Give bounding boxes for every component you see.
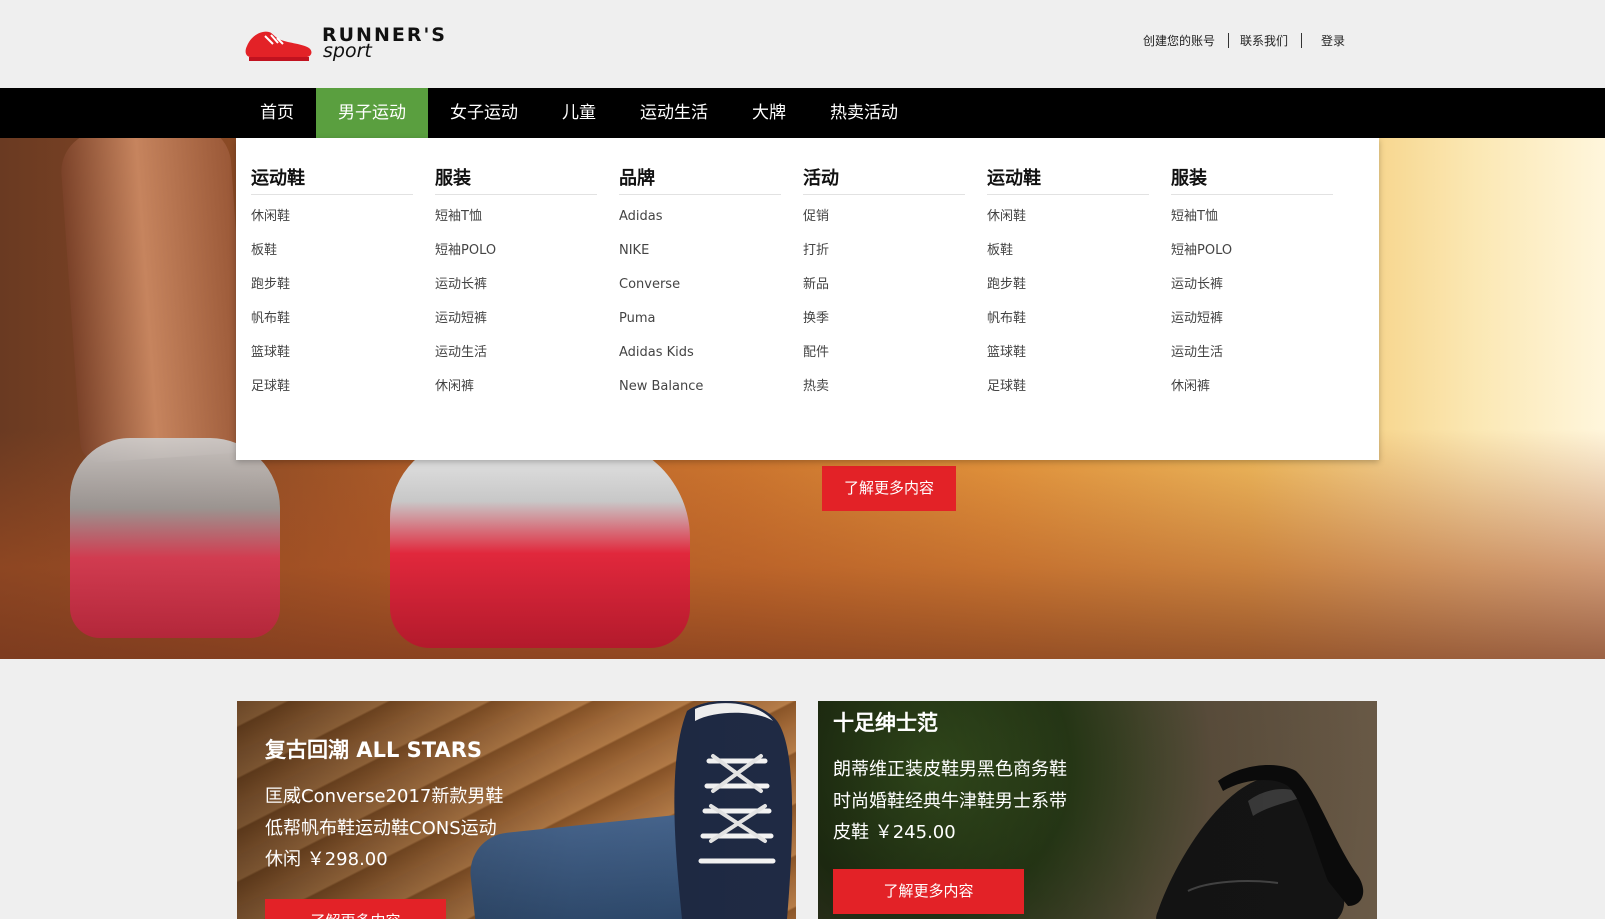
hero-runner-shoe [70, 438, 280, 638]
mega-column-heading: 服装 [435, 164, 597, 195]
mega-menu-link[interactable]: 换季 [803, 309, 965, 343]
mega-menu-link[interactable]: 短袖POLO [435, 241, 597, 275]
mega-menu-link[interactable]: 新品 [803, 275, 965, 309]
nav-item-brands[interactable]: 大牌 [730, 88, 808, 138]
mega-menu-link[interactable]: 板鞋 [987, 241, 1149, 275]
mega-column: 运动鞋 休闲鞋 板鞋 跑步鞋 帆布鞋 篮球鞋 足球鞋 [987, 138, 1149, 411]
mega-menu-link[interactable]: 运动长裤 [1171, 275, 1333, 309]
main-nav-list: 首页 男子运动 女子运动 儿童 运动生活 大牌 热卖活动 [238, 88, 920, 138]
mega-menu-link[interactable]: 休闲裤 [435, 377, 597, 411]
nav-item-hot-deals[interactable]: 热卖活动 [808, 88, 920, 138]
mega-menu-dropdown: 运动鞋 休闲鞋 板鞋 跑步鞋 帆布鞋 篮球鞋 足球鞋 服装 短袖T恤 短袖POL… [236, 138, 1379, 460]
mega-menu-link[interactable]: 跑步鞋 [251, 275, 413, 309]
site-header: RUNNER'S sport 创建您的账号 联系我们 登录 [0, 0, 1605, 88]
utility-links: 创建您的账号 联系我们 登录 [1143, 32, 1345, 49]
mega-menu-link[interactable]: 休闲鞋 [987, 207, 1149, 241]
mega-menu-link[interactable]: Adidas [619, 207, 781, 241]
mega-menu-link[interactable]: 休闲鞋 [251, 207, 413, 241]
divider [1227, 33, 1229, 48]
mega-menu-link[interactable]: Puma [619, 309, 781, 343]
mega-menu-link[interactable]: 运动生活 [1171, 343, 1333, 377]
nav-item-lifestyle[interactable]: 运动生活 [618, 88, 730, 138]
mega-menu-link[interactable]: Adidas Kids [619, 343, 781, 377]
mega-menu-link[interactable]: 短袖T恤 [435, 207, 597, 241]
mega-column-list: 短袖T恤 短袖POLO 运动长裤 运动短裤 运动生活 休闲裤 [1171, 207, 1333, 411]
mega-menu-link[interactable]: 打折 [803, 241, 965, 275]
contact-us-link[interactable]: 联系我们 [1240, 32, 1288, 49]
mega-column-list: Adidas NIKE Converse Puma Adidas Kids Ne… [619, 207, 781, 411]
mega-menu-link[interactable]: 帆布鞋 [987, 309, 1149, 343]
mega-menu-link[interactable]: 热卖 [803, 377, 965, 411]
promo-card-description: 匡威Converse2017新款男鞋低帮帆布鞋运动鞋CONS运动休闲 ￥298.… [265, 786, 504, 870]
mega-column: 品牌 Adidas NIKE Converse Puma Adidas Kids… [619, 138, 781, 411]
login-link[interactable]: 登录 [1321, 32, 1345, 49]
divider [1300, 33, 1302, 48]
mega-column-heading: 品牌 [619, 164, 781, 195]
create-account-link[interactable]: 创建您的账号 [1143, 32, 1215, 49]
mega-column: 活动 促销 打折 新品 换季 配件 热卖 [803, 138, 965, 411]
running-shoe-logo-icon [245, 31, 312, 61]
mega-column-list: 休闲鞋 板鞋 跑步鞋 帆布鞋 篮球鞋 足球鞋 [251, 207, 413, 411]
nav-item-men[interactable]: 男子运动 [316, 88, 428, 138]
hero-runner-leg [58, 138, 252, 464]
mega-menu-link[interactable]: NIKE [619, 241, 781, 275]
mega-menu-link[interactable]: 帆布鞋 [251, 309, 413, 343]
mega-column-list: 休闲鞋 板鞋 跑步鞋 帆布鞋 篮球鞋 足球鞋 [987, 207, 1149, 411]
mega-column-heading: 服装 [1171, 164, 1333, 195]
mega-menu-link[interactable]: 足球鞋 [251, 377, 413, 411]
mega-menu-link[interactable]: New Balance [619, 377, 781, 411]
mega-menu-link[interactable]: 配件 [803, 343, 965, 377]
mega-menu-link[interactable]: 休闲裤 [1171, 377, 1333, 411]
site-logo[interactable]: RUNNER'S sport [243, 24, 488, 64]
promo-card-learn-more-button[interactable]: 了解更多内容 [833, 869, 1024, 914]
nav-item-home[interactable]: 首页 [238, 88, 316, 138]
mega-menu-link[interactable]: Converse [619, 275, 781, 309]
nav-item-women[interactable]: 女子运动 [428, 88, 540, 138]
mega-column-list: 短袖T恤 短袖POLO 运动长裤 运动短裤 运动生活 休闲裤 [435, 207, 597, 411]
mega-column: 运动鞋 休闲鞋 板鞋 跑步鞋 帆布鞋 篮球鞋 足球鞋 [251, 138, 413, 411]
mega-menu-link[interactable]: 足球鞋 [987, 377, 1149, 411]
logo-tagline: sport [323, 40, 372, 62]
mega-menu-link[interactable]: 篮球鞋 [987, 343, 1149, 377]
mega-column: 服装 短袖T恤 短袖POLO 运动长裤 运动短裤 运动生活 休闲裤 [1171, 138, 1333, 411]
mega-column-heading: 活动 [803, 164, 965, 195]
nav-item-kids[interactable]: 儿童 [540, 88, 618, 138]
mega-menu-link[interactable]: 运动长裤 [435, 275, 597, 309]
main-nav: 首页 男子运动 女子运动 儿童 运动生活 大牌 热卖活动 [0, 88, 1605, 138]
mega-menu-link[interactable]: 短袖T恤 [1171, 207, 1333, 241]
promo-card-learn-more-button[interactable]: 了解更多内容 [265, 899, 446, 919]
mega-menu-link[interactable]: 篮球鞋 [251, 343, 413, 377]
promo-card-title: 复古回潮 ALL STARS [265, 738, 483, 762]
mega-column-list: 促销 打折 新品 换季 配件 热卖 [803, 207, 965, 411]
mega-menu-link[interactable]: 短袖POLO [1171, 241, 1333, 275]
mega-column-heading: 运动鞋 [987, 164, 1149, 195]
mega-menu-link[interactable]: 运动生活 [435, 343, 597, 377]
hero-learn-more-button[interactable]: 了解更多内容 [822, 466, 956, 511]
promo-card-gentleman: 十足绅士范 朗蒂维正装皮鞋男黑色商务鞋时尚婚鞋经典牛津鞋男士系带皮鞋 ￥245.… [818, 701, 1377, 919]
mega-menu-link[interactable]: 运动短裤 [1171, 309, 1333, 343]
mega-menu-link[interactable]: 运动短裤 [435, 309, 597, 343]
promo-card-title: 十足绅士范 [833, 711, 938, 735]
mega-menu-link[interactable]: 促销 [803, 207, 965, 241]
hero-runner-shoe [390, 438, 690, 648]
mega-column: 服装 短袖T恤 短袖POLO 运动长裤 运动短裤 运动生活 休闲裤 [435, 138, 597, 411]
mega-menu-link[interactable]: 跑步鞋 [987, 275, 1149, 309]
mega-column-heading: 运动鞋 [251, 164, 413, 195]
mega-menu-link[interactable]: 板鞋 [251, 241, 413, 275]
promo-card-description: 朗蒂维正装皮鞋男黑色商务鞋时尚婚鞋经典牛津鞋男士系带皮鞋 ￥245.00 [833, 759, 1067, 843]
promo-card-all-stars: 复古回潮 ALL STARS 匡威Converse2017新款男鞋低帮帆布鞋运动… [237, 701, 796, 919]
